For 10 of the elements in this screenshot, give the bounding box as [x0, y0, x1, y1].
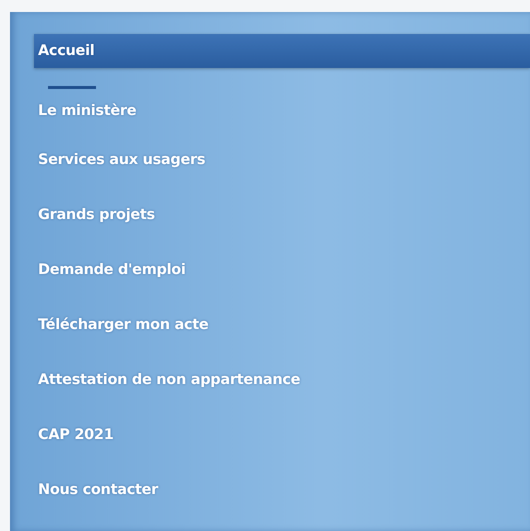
menu-item[interactable]: CAP 2021	[38, 408, 530, 463]
menu-item[interactable]: Grands projets	[38, 188, 530, 243]
menu-item[interactable]: Demande d'emploi	[38, 243, 530, 298]
menu-item[interactable]: Nous contacter	[38, 463, 530, 518]
menu-item[interactable]: Attestation de non appartenance	[38, 353, 530, 408]
menu-item[interactable]: Accueil	[34, 34, 530, 68]
menu-item[interactable]: Télécharger mon acte	[38, 298, 530, 353]
menu-item[interactable]: Services aux usagers	[38, 133, 530, 188]
menu-item[interactable]: Le ministère	[38, 89, 530, 133]
active-underline	[48, 86, 96, 89]
